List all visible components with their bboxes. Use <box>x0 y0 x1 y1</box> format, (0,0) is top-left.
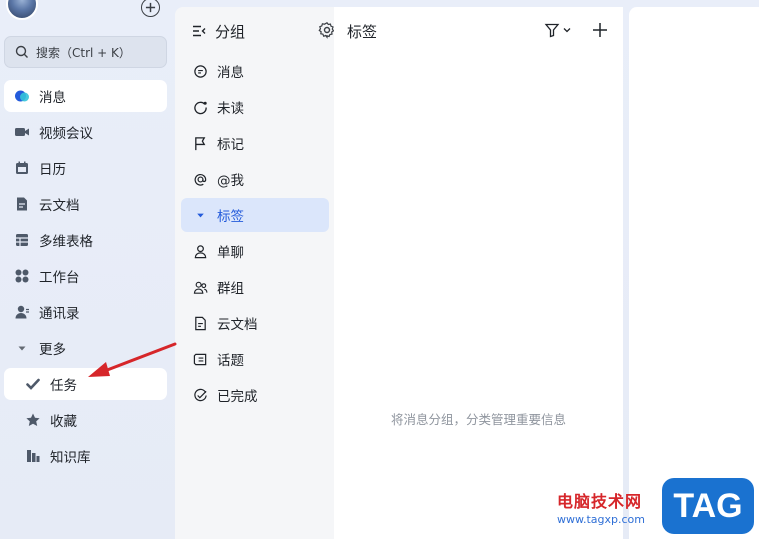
person-icon <box>192 243 208 259</box>
sidebar-item-workspace[interactable]: 工作台 <box>4 260 167 292</box>
sidebar-item-label: 视频会议 <box>39 126 93 142</box>
group-people-icon <box>192 279 208 295</box>
watermark-badge: TAG <box>662 478 754 534</box>
sidebar-item-label: 消息 <box>39 90 66 106</box>
search-placeholder: 搜索（Ctrl + K） <box>36 45 131 60</box>
group-item-label: 已完成 <box>217 389 258 405</box>
sidebar-item-label: 知识库 <box>50 450 91 466</box>
sidebar-item-calendar[interactable]: 日历 <box>4 152 167 184</box>
sidebar-item-messages[interactable]: 消息 <box>4 80 167 112</box>
sidebar-item-label: 工作台 <box>39 270 80 286</box>
sidebar-item-label: 多维表格 <box>39 234 93 250</box>
sidebar-item-label: 任务 <box>50 378 77 394</box>
calendar-icon <box>13 160 30 177</box>
group-item-label: 云文档 <box>217 317 258 333</box>
sidebar-item-favorites[interactable]: 收藏 <box>4 404 167 436</box>
video-camera-icon <box>13 124 30 141</box>
group-panel-header: 分组 <box>191 21 335 41</box>
group-item-flagged[interactable]: 标记 <box>181 126 329 160</box>
group-item-label: 标记 <box>217 137 244 153</box>
workspace-grid-icon <box>13 268 30 285</box>
chat-icon <box>192 63 208 79</box>
at-icon <box>192 171 208 187</box>
star-icon <box>24 412 41 429</box>
message-bubble-icon <box>13 88 30 105</box>
table-icon <box>13 232 30 249</box>
collapse-list-icon[interactable] <box>191 23 207 39</box>
document-icon <box>192 315 208 331</box>
flag-icon <box>192 135 208 151</box>
page-title: 标签 <box>347 23 378 41</box>
sidebar-item-contacts[interactable]: 通讯录 <box>4 296 167 328</box>
sidebar-item-label: 通讯录 <box>39 306 80 322</box>
group-item-messages[interactable]: 消息 <box>181 54 329 88</box>
user-avatar[interactable] <box>6 0 38 20</box>
group-item-label: 单聊 <box>217 245 244 261</box>
sidebar-item-label: 日历 <box>39 162 66 178</box>
search-icon <box>15 45 28 58</box>
sidebar-item-video-meeting[interactable]: 视频会议 <box>4 116 167 148</box>
add-button[interactable] <box>141 0 160 17</box>
sidebar-item-label: 云文档 <box>39 198 80 214</box>
knowledge-base-icon <box>24 448 41 465</box>
group-item-group-chats[interactable]: 群组 <box>181 270 329 304</box>
search-input[interactable]: 搜索（Ctrl + K） <box>4 36 167 68</box>
sidebar-item-knowledge-base[interactable]: 知识库 <box>4 440 167 472</box>
group-item-label: 未读 <box>217 101 244 117</box>
add-tag-button[interactable] <box>591 21 609 39</box>
group-item-label: 标签 <box>217 209 244 225</box>
filter-button[interactable] <box>544 21 574 39</box>
plus-icon <box>145 2 156 13</box>
group-item-label: 消息 <box>217 65 244 81</box>
sidebar-item-base-table[interactable]: 多维表格 <box>4 224 167 256</box>
chevron-down-icon <box>563 28 571 33</box>
sidebar-item-label: 更多 <box>39 342 66 358</box>
group-item-completed[interactable]: 已完成 <box>181 378 329 412</box>
triangle-down-icon <box>13 340 30 357</box>
sidebar-item-label: 收藏 <box>50 414 77 430</box>
group-item-label: @我 <box>217 173 244 189</box>
detail-panel <box>629 7 759 539</box>
tag-content-panel: 标签 将消息分组，分类管理重要信息 <box>334 7 623 539</box>
contacts-icon <box>13 304 30 321</box>
cloud-doc-icon <box>13 196 30 213</box>
group-panel-title: 分组 <box>215 22 246 41</box>
group-item-unread[interactable]: 未读 <box>181 90 329 124</box>
group-item-cloud-docs[interactable]: 云文档 <box>181 306 329 340</box>
topic-icon <box>192 351 208 367</box>
empty-state-text: 将消息分组，分类管理重要信息 <box>390 412 566 427</box>
done-check-icon <box>192 387 208 403</box>
filter-icon <box>544 23 560 38</box>
watermark-url: www.tagxp.com <box>557 513 645 526</box>
triangle-down-icon <box>192 207 208 223</box>
sidebar-item-cloud-docs[interactable]: 云文档 <box>4 188 167 220</box>
checkmark-task-icon <box>24 376 41 393</box>
annotation-arrow-icon <box>88 342 177 377</box>
sidebar: 搜索（Ctrl + K） 消息 视频会议 日历 云文档 多维表格 工作台 通讯录… <box>0 0 175 539</box>
group-item-tags[interactable]: 标签 <box>181 198 329 232</box>
group-item-mentions[interactable]: @我 <box>181 162 329 196</box>
unread-circle-icon <box>192 99 208 115</box>
watermark-text: 电脑技术网 <box>557 492 643 511</box>
group-item-label: 群组 <box>217 281 244 297</box>
group-item-topics[interactable]: 话题 <box>181 342 329 376</box>
group-item-label: 话题 <box>217 353 244 369</box>
group-panel: 分组 消息 未读 标记 @我 标签 单聊 群组 云文档 话题 已完成 <box>175 7 335 539</box>
group-item-direct-chats[interactable]: 单聊 <box>181 234 329 268</box>
